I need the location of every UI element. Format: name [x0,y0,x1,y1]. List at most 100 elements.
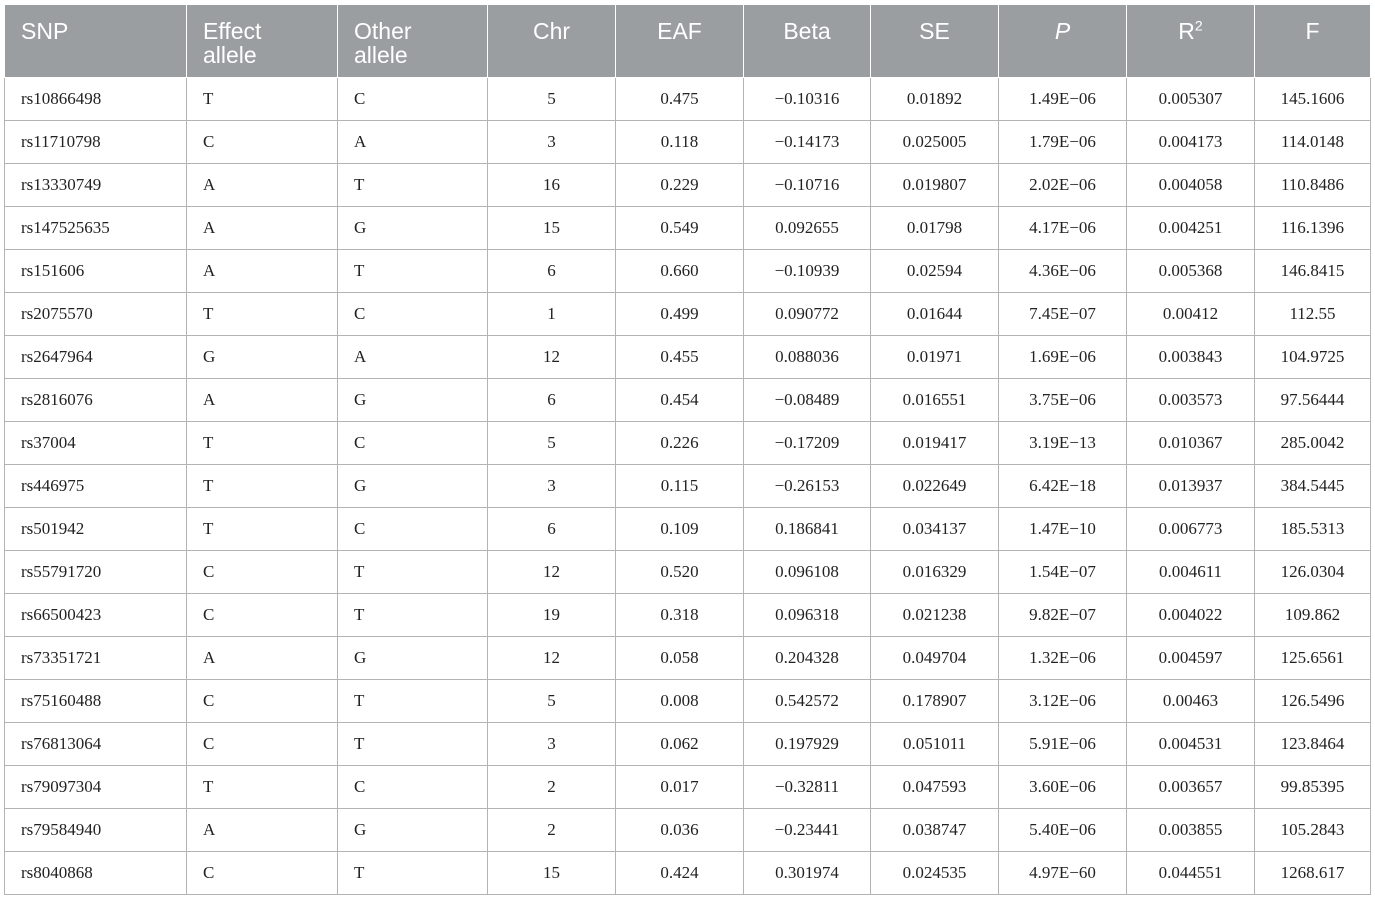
cell-beta: 0.204328 [743,636,871,680]
cell-eaf: 0.229 [615,163,744,207]
cell-chr: 5 [487,679,616,723]
cell-r2: 0.004058 [1126,163,1255,207]
cell-p: 1.47E−10 [998,507,1127,551]
column-header-chr: Chr [487,4,616,78]
cell-f: 105.2843 [1254,808,1371,852]
cell-other-allele: G [337,378,488,422]
cell-f: 114.0148 [1254,120,1371,164]
cell-r2: 0.004022 [1126,593,1255,637]
cell-snp: rs75160488 [4,679,187,723]
cell-beta: 0.186841 [743,507,871,551]
cell-se: 0.178907 [870,679,999,723]
column-header-se: SE [870,4,999,78]
cell-f: 99.85395 [1254,765,1371,809]
cell-chr: 3 [487,464,616,508]
cell-chr: 12 [487,335,616,379]
cell-beta: 0.096318 [743,593,871,637]
cell-effect-allele: G [186,335,338,379]
cell-snp: rs66500423 [4,593,187,637]
table-row: rs79097304 T C 2 0.017 −0.32811 0.047593 3.60E−… [4,765,1371,809]
column-header-other-allele: Other allele [337,4,488,78]
table-row: rs79584940 A G 2 0.036 −0.23441 0.038747 5.40E−… [4,808,1371,852]
cell-se: 0.01971 [870,335,999,379]
cell-f: 123.8464 [1254,722,1371,766]
cell-snp: rs501942 [4,507,187,551]
cell-effect-allele: C [186,593,338,637]
cell-r2: 0.004611 [1126,550,1255,594]
header-row: SNP Effect allele Other allele Chr EAF B… [4,4,1371,78]
cell-p: 5.91E−06 [998,722,1127,766]
cell-eaf: 0.424 [615,851,744,895]
cell-se: 0.01892 [870,77,999,121]
cell-r2: 0.013937 [1126,464,1255,508]
cell-beta: −0.23441 [743,808,871,852]
cell-snp: rs79584940 [4,808,187,852]
cell-eaf: 0.318 [615,593,744,637]
table-row: rs151606 A T 6 0.660 −0.10939 0.02594 4.36E−06 0… [4,249,1371,293]
cell-se: 0.019417 [870,421,999,465]
cell-eaf: 0.454 [615,378,744,422]
cell-other-allele: G [337,636,488,680]
cell-p: 4.17E−06 [998,206,1127,250]
cell-snp: rs151606 [4,249,187,293]
cell-f: 110.8486 [1254,163,1371,207]
cell-se: 0.051011 [870,722,999,766]
cell-effect-allele: A [186,636,338,680]
cell-effect-allele: A [186,206,338,250]
cell-r2: 0.004251 [1126,206,1255,250]
cell-f: 126.5496 [1254,679,1371,723]
cell-eaf: 0.475 [615,77,744,121]
cell-se: 0.025005 [870,120,999,164]
cell-p: 7.45E−07 [998,292,1127,336]
cell-snp: rs79097304 [4,765,187,809]
cell-other-allele: T [337,163,488,207]
cell-f: 97.56444 [1254,378,1371,422]
cell-chr: 6 [487,378,616,422]
cell-f: 146.8415 [1254,249,1371,293]
cell-other-allele: G [337,464,488,508]
cell-effect-allele: T [186,77,338,121]
cell-other-allele: G [337,206,488,250]
cell-f: 145.1606 [1254,77,1371,121]
cell-p: 1.49E−06 [998,77,1127,121]
cell-r2: 0.003843 [1126,335,1255,379]
table-row: rs2816076 A G 6 0.454 −0.08489 0.016551 3.75E−0… [4,378,1371,422]
cell-se: 0.016329 [870,550,999,594]
cell-eaf: 0.109 [615,507,744,551]
cell-other-allele: A [337,120,488,164]
cell-p: 4.36E−06 [998,249,1127,293]
cell-beta: −0.08489 [743,378,871,422]
cell-r2: 0.003573 [1126,378,1255,422]
cell-se: 0.021238 [870,593,999,637]
cell-snp: rs2647964 [4,335,187,379]
cell-effect-allele: C [186,722,338,766]
cell-p: 1.54E−07 [998,550,1127,594]
cell-snp: rs2816076 [4,378,187,422]
cell-beta: 0.542572 [743,679,871,723]
table-row: rs10866498 T C 5 0.475 −0.10316 0.01892 1.49E−0… [4,77,1371,121]
cell-f: 1268.617 [1254,851,1371,895]
cell-p: 3.12E−06 [998,679,1127,723]
cell-effect-allele: C [186,851,338,895]
cell-other-allele: T [337,550,488,594]
column-header-snp: SNP [4,4,187,78]
cell-chr: 2 [487,808,616,852]
cell-chr: 15 [487,851,616,895]
cell-r2: 0.004531 [1126,722,1255,766]
cell-eaf: 0.058 [615,636,744,680]
cell-other-allele: C [337,421,488,465]
cell-p: 2.02E−06 [998,163,1127,207]
cell-effect-allele: T [186,421,338,465]
cell-chr: 16 [487,163,616,207]
cell-r2: 0.00463 [1126,679,1255,723]
cell-beta: 0.092655 [743,206,871,250]
cell-se: 0.024535 [870,851,999,895]
cell-snp: rs73351721 [4,636,187,680]
cell-chr: 5 [487,77,616,121]
cell-p: 3.60E−06 [998,765,1127,809]
cell-beta: −0.17209 [743,421,871,465]
cell-snp: rs37004 [4,421,187,465]
cell-r2: 0.004597 [1126,636,1255,680]
cell-eaf: 0.115 [615,464,744,508]
cell-se: 0.019807 [870,163,999,207]
